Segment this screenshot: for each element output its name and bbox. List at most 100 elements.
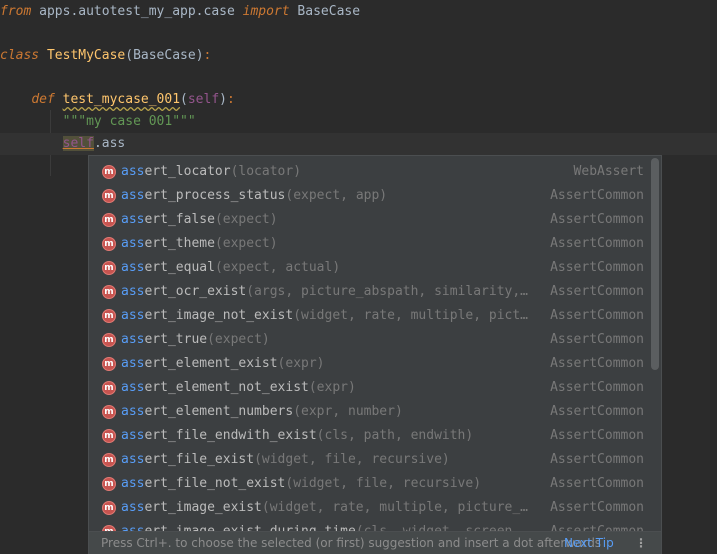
import-name: BaseCase — [289, 4, 361, 19]
matched-prefix: ass — [121, 284, 145, 299]
keyword: def — [31, 92, 55, 107]
method-params: (cls, path, endwith) — [316, 428, 474, 443]
matched-prefix: ass — [121, 332, 145, 347]
docstring: """my case 001""" — [62, 114, 196, 129]
colon: : — [227, 92, 235, 107]
function-name: test_mycase_001 — [62, 92, 181, 107]
completion-item[interactable]: m assert_process_status(expect, app) Asser… — [89, 184, 652, 208]
completion-item[interactable]: m assert_element_numbers(expr, number) Ass… — [89, 400, 652, 424]
completion-item-type: AssertCommon — [544, 256, 644, 280]
method-params: (expect) — [214, 236, 278, 251]
completion-item-name: assert_image_exist(widget, rate, multipl… — [121, 496, 541, 520]
completion-item[interactable]: m assert_equal(expect, actual) AssertCommo… — [89, 256, 652, 280]
matched-prefix: ass — [121, 188, 145, 203]
method-params: (expect, actual) — [214, 260, 341, 275]
code-line-6[interactable]: """my case 001""" — [0, 111, 717, 133]
code-completion-popup[interactable]: m assert_locator(locator) WebAssert m assert… — [88, 155, 662, 554]
code-line-3[interactable]: class TestMyCase(BaseCase): — [0, 45, 717, 67]
matched-prefix: ass — [121, 260, 145, 275]
self-reference: self — [62, 136, 94, 151]
completion-item[interactable]: m assert_ocr_exist(args, picture_abspath,… — [89, 280, 652, 304]
paren: ) — [219, 92, 227, 107]
matched-prefix: ass — [121, 308, 145, 323]
completion-item-type: AssertCommon — [544, 328, 644, 352]
completion-item-name: assert_locator(locator) — [121, 160, 541, 184]
paren: ) — [195, 48, 204, 63]
code-line-7-current[interactable]: self.ass — [0, 133, 717, 155]
paren: ( — [125, 48, 134, 63]
method-name-rest: ert_locator — [144, 164, 231, 179]
completion-footer: Press Ctrl+. to choose the selected (or … — [89, 531, 661, 554]
matched-prefix: ass — [121, 476, 145, 491]
completion-item[interactable]: m assert_file_endwith_exist(cls, path, en… — [89, 424, 652, 448]
scrollbar-thumb[interactable] — [651, 158, 659, 370]
method-icon: m — [102, 285, 116, 299]
matched-prefix: ass — [121, 356, 145, 371]
completion-item-type: WebAssert — [567, 160, 644, 184]
method-icon: m — [102, 333, 116, 347]
completion-item-type: AssertCommon — [544, 232, 644, 256]
method-params: (expr) — [277, 356, 325, 371]
self-param: self — [187, 92, 220, 107]
method-icon: m — [102, 309, 116, 323]
method-params: (expr, number) — [293, 404, 403, 419]
method-params: (widget, file, recursive) — [254, 452, 450, 467]
completion-item[interactable]: m assert_false(expect) AssertCommon — [89, 208, 652, 232]
completion-list[interactable]: m assert_locator(locator) WebAssert m assert… — [89, 160, 652, 534]
method-icon: m — [102, 501, 116, 515]
keyword: class — [0, 48, 40, 63]
next-tip-link[interactable]: Next Tip — [564, 532, 614, 554]
matched-prefix: ass — [121, 404, 145, 419]
method-icon: m — [102, 381, 116, 395]
footer-hint: Press Ctrl+. to choose the selected (or … — [101, 536, 602, 550]
dot: . — [93, 136, 102, 151]
completion-item[interactable]: m assert_true(expect) AssertCommon — [89, 328, 652, 352]
method-params: (expect) — [207, 332, 270, 347]
import-path: apps.autotest_my_app.case — [31, 4, 243, 19]
completion-item-type: AssertCommon — [544, 352, 644, 376]
matched-prefix: ass — [121, 380, 145, 395]
completion-item-type: AssertCommon — [544, 400, 644, 424]
method-icon: m — [102, 405, 116, 419]
completion-scrollbar[interactable] — [651, 158, 659, 528]
method-params: (expect, app) — [285, 188, 388, 203]
method-params: (widget, rate, multiple, pict… — [293, 308, 529, 323]
method-params: (locator) — [230, 164, 302, 179]
completion-item-type: AssertCommon — [544, 448, 644, 472]
completion-item-name: assert_image_not_exist(widget, rate, mul… — [121, 304, 541, 328]
completion-item-name: assert_process_status(expect, app) — [121, 184, 541, 208]
keyword: from — [0, 4, 32, 19]
method-name-rest: ert_equal — [144, 260, 215, 275]
more-options-icon[interactable]: ⋮ — [635, 532, 647, 554]
method-icon: m — [102, 453, 116, 467]
method-name-rest: ert_process_status — [144, 188, 286, 203]
completion-item[interactable]: m assert_image_exist(widget, rate, multip… — [89, 496, 652, 520]
completion-item-type: AssertCommon — [544, 304, 644, 328]
method-icon: m — [102, 357, 116, 371]
completion-item[interactable]: m assert_image_not_exist(widget, rate, mu… — [89, 304, 652, 328]
method-icon: m — [102, 261, 116, 275]
method-name-rest: ert_file_exist — [144, 452, 255, 467]
completion-item[interactable]: m assert_file_not_exist(widget, file, rec… — [89, 472, 652, 496]
completion-item[interactable]: m assert_file_exist(widget, file, recursi… — [89, 448, 652, 472]
matched-prefix: ass — [121, 428, 145, 443]
method-name-rest: ert_element_exist — [144, 356, 278, 371]
method-name-rest: ert_false — [144, 212, 215, 227]
matched-prefix: ass — [121, 164, 145, 179]
method-name-rest: ert_file_not_exist — [144, 476, 286, 491]
completion-item-name: assert_file_endwith_exist(cls, path, end… — [121, 424, 541, 448]
method-name-rest: ert_image_exist — [144, 500, 262, 515]
method-name-rest: ert_ocr_exist — [144, 284, 247, 299]
completion-item[interactable]: m assert_element_exist(expr) AssertCommon — [89, 352, 652, 376]
method-name-rest: ert_element_not_exist — [144, 380, 309, 395]
completion-item-name: assert_file_exist(widget, file, recursiv… — [121, 448, 541, 472]
completion-item-name: assert_element_numbers(expr, number) — [121, 400, 541, 424]
method-name-rest: ert_image_not_exist — [144, 308, 294, 323]
method-params: (expect) — [214, 212, 278, 227]
code-line-5[interactable]: def test_mycase_001(self): — [0, 89, 717, 111]
completion-item[interactable]: m assert_element_not_exist(expr) AssertCom… — [89, 376, 652, 400]
method-params: (args, picture_abspath, similarity,… — [246, 284, 528, 299]
code-line-1[interactable]: from apps.autotest_my_app.case import Ba… — [0, 1, 717, 23]
completion-item[interactable]: m assert_theme(expect) AssertCommon — [89, 232, 652, 256]
completion-item[interactable]: m assert_locator(locator) WebAssert — [89, 160, 652, 184]
